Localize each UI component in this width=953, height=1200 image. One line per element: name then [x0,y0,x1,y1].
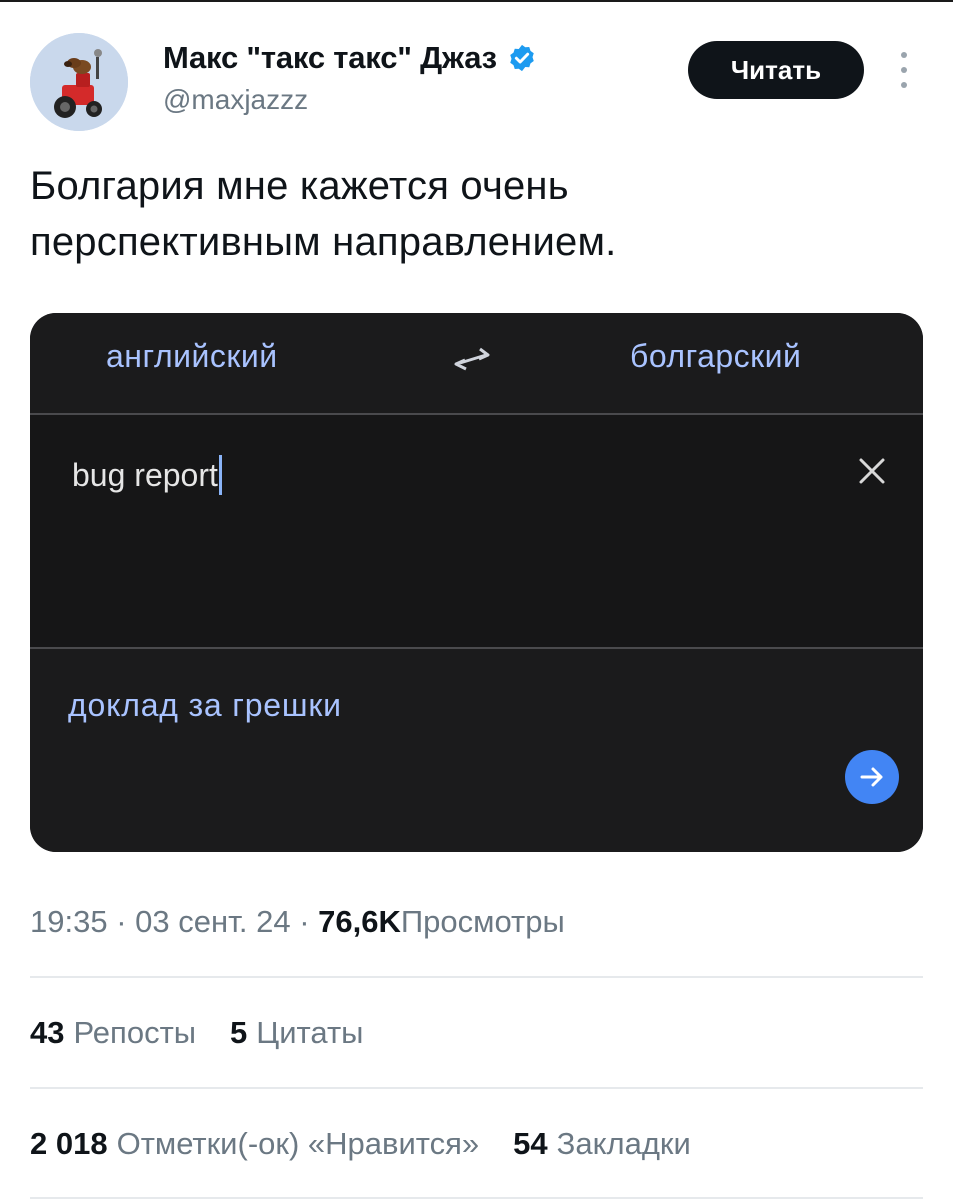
translate-go-button[interactable] [845,750,899,804]
reposts-label: Репосты [73,1015,197,1050]
language-bar: английский болгарский [30,313,923,413]
reposts-stat[interactable]: 43 Репосты [30,1015,196,1051]
avatar-image [30,33,128,131]
target-language[interactable]: болгарский [630,338,801,375]
engagement-row-2: 2 018 Отметки(-ок) «Нравится» 54 Закладки [30,1126,725,1162]
divider [30,1087,923,1089]
source-language[interactable]: английский [106,338,278,375]
source-text-value: bug report [72,456,218,493]
likes-stat[interactable]: 2 018 Отметки(-ок) «Нравится» [30,1126,479,1162]
meta-separator: · [299,904,319,939]
source-text-input[interactable]: bug report [72,455,222,495]
avatar[interactable] [30,33,128,131]
tweet-meta: 19:35 · 03 сент. 24 · 76,6KПросмотры [30,904,565,940]
divider [30,1197,923,1199]
translated-text: доклад за грешки [68,687,342,723]
tweet-text-line-1: Болгария мне кажется очень [30,164,569,208]
bookmarks-count: 54 [513,1126,548,1161]
quotes-count: 5 [230,1015,248,1050]
swap-languages-icon[interactable] [450,339,498,379]
tweet-text: Болгария мне кажется очень перспективным… [30,158,910,270]
top-divider [0,0,953,2]
tweet-date[interactable]: 03 сент. 24 [135,904,290,939]
author-display-name[interactable]: Макс "такс такс" Джаз [163,40,497,76]
more-vertical-icon[interactable] [896,52,912,88]
text-cursor [218,455,222,495]
translator-screenshot[interactable]: английский болгарский bug report доклад … [30,313,923,852]
close-icon[interactable] [852,451,892,491]
bookmarks-stat[interactable]: 54 Закладки [513,1126,691,1162]
views-count: 76,6K [318,904,401,939]
engagement-row-1: 43 Репосты 5 Цитаты [30,1015,397,1051]
tweet-text-line-2: перспективным направлением. [30,220,617,264]
quotes-label: Цитаты [256,1015,364,1050]
meta-separator: · [116,904,136,939]
reposts-count: 43 [30,1015,65,1050]
source-input-area[interactable]: bug report [30,415,923,647]
author-handle[interactable]: @maxjazzz [163,84,308,116]
likes-label: Отметки(-ок) «Нравится» [116,1126,480,1161]
author-name-row: Макс "такс такс" Джаз [163,40,537,76]
follow-button[interactable]: Читать [688,41,864,99]
likes-count: 2 018 [30,1126,108,1161]
arrow-right-icon [860,767,883,787]
verified-badge-icon [510,44,534,72]
tweet-time[interactable]: 19:35 [30,904,108,939]
bookmarks-label: Закладки [556,1126,691,1161]
translation-output-area: доклад за грешки [30,649,923,852]
quotes-stat[interactable]: 5 Цитаты [230,1015,363,1051]
views-label: Просмотры [400,904,565,939]
divider [30,976,923,978]
